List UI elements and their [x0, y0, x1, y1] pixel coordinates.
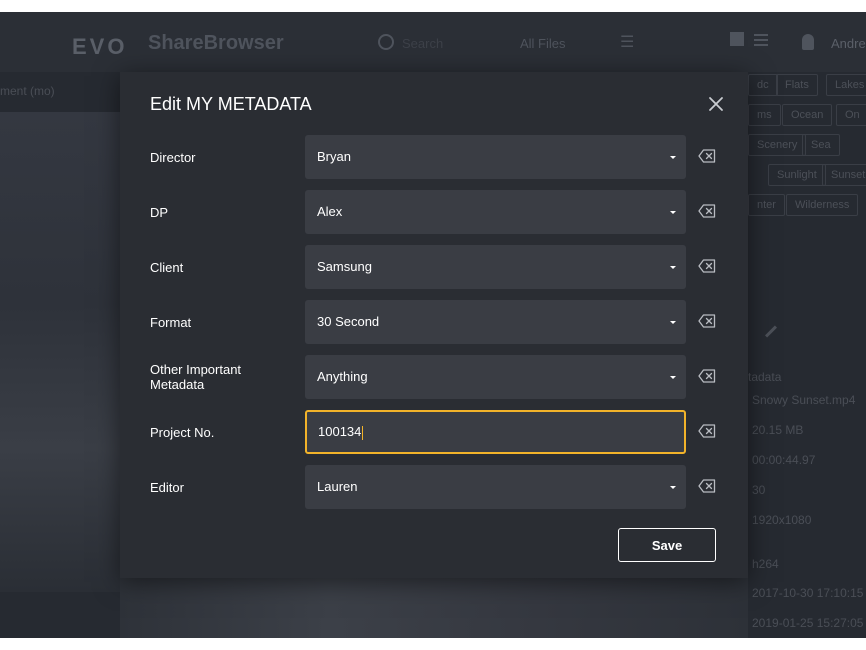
field-value: Anything — [317, 369, 368, 384]
field-label: DP — [150, 204, 169, 220]
field-row-other-important-metadata: Other Important Metadata Anything — [120, 355, 748, 399]
clear-director-button[interactable] — [698, 149, 716, 163]
caret-down-icon — [670, 211, 676, 214]
metadata-value: h264 — [752, 557, 779, 571]
project-no-input[interactable]: 100134 — [305, 410, 686, 454]
caret-down-icon — [670, 486, 676, 489]
tag: Ocean — [782, 104, 833, 126]
field-label: Client — [150, 259, 184, 275]
background-preview-strip — [120, 578, 748, 638]
tag: Sunlight — [768, 164, 826, 186]
app-header: EVO ShareBrowser Search All Files ☰ Andr… — [0, 12, 866, 72]
metadata-value: Snowy Sunset.mp4 — [752, 393, 856, 407]
field-text: 100134 — [318, 424, 362, 439]
field-row-editor: Editor Lauren — [120, 465, 748, 509]
backspace-clear-icon — [698, 204, 716, 218]
backspace-clear-icon — [698, 314, 716, 328]
background-thumbnail-column — [0, 112, 120, 592]
list-view-icon — [754, 34, 768, 36]
field-row-director: Director Bryan — [120, 135, 748, 179]
dp-select[interactable]: Alex — [305, 190, 686, 234]
search-input: Search — [402, 36, 444, 51]
text-cursor — [362, 425, 364, 440]
file-filter-select: All Files — [520, 36, 566, 51]
field-value: Samsung — [317, 259, 372, 274]
tag: dc — [748, 74, 778, 96]
clear-project-no-button[interactable] — [698, 424, 716, 438]
filter-sliders-icon: ☰ — [620, 34, 635, 51]
close-button[interactable] — [706, 94, 726, 114]
tag: Wilderness — [786, 194, 859, 216]
backspace-clear-icon — [698, 149, 716, 163]
tag: Scenery — [748, 134, 807, 156]
field-value: Lauren — [317, 479, 358, 494]
backspace-clear-icon — [698, 369, 716, 383]
tag: Sea — [802, 134, 840, 156]
other-important-metadata-select[interactable]: Anything — [305, 355, 686, 399]
close-icon — [709, 97, 723, 111]
evo-logo: EVO — [72, 34, 128, 59]
save-button[interactable]: Save — [618, 528, 716, 562]
metadata-value: 30 — [752, 483, 766, 497]
field-label: Other Important Metadata — [150, 362, 242, 392]
dialog-title: Edit MY METADATA — [150, 94, 312, 114]
clear-dp-button[interactable] — [698, 204, 716, 218]
edit-metadata-dialog: Edit MY METADATA Director Bryan DP Alex — [120, 72, 748, 578]
director-select[interactable]: Bryan — [305, 135, 686, 179]
edit-pencil-icon — [764, 325, 778, 338]
field-label: Format — [150, 314, 192, 330]
tag: Lakes — [826, 74, 866, 96]
metadata-value: 00:00:44.97 — [752, 453, 816, 467]
metadata-value: 2017-10-30 17:10:15 — [752, 586, 864, 600]
client-select[interactable]: Samsung — [305, 245, 686, 289]
editor-select[interactable]: Lauren — [305, 465, 686, 509]
field-row-dp: DP Alex — [120, 190, 748, 234]
backspace-clear-icon — [698, 479, 716, 493]
clear-client-button[interactable] — [698, 259, 716, 273]
tag: On — [836, 104, 866, 126]
tag: ms — [748, 104, 781, 126]
clear-editor-button[interactable] — [698, 479, 716, 493]
clear-other-important-metadata-button[interactable] — [698, 369, 716, 383]
field-value: 30 Second — [317, 314, 380, 329]
field-value: Bryan — [317, 149, 351, 164]
tag: nter — [748, 194, 785, 216]
format-select[interactable]: 30 Second — [305, 300, 686, 344]
caret-down-icon — [670, 156, 676, 159]
clear-format-button[interactable] — [698, 314, 716, 328]
field-value: Alex — [317, 204, 343, 219]
metadata-value: 2019-01-25 15:27:05 — [752, 616, 864, 630]
field-value: 100134 — [318, 412, 364, 452]
user-icon — [802, 34, 814, 50]
field-row-client: Client Samsung — [120, 245, 748, 289]
metadata-value: 1920x1080 — [752, 513, 812, 527]
backspace-clear-icon — [698, 424, 716, 438]
app-name: ShareBrowser — [148, 32, 284, 54]
tag: Flats — [776, 74, 818, 96]
tag: Sunset — [822, 164, 866, 186]
grid-view-icon — [730, 32, 744, 46]
backspace-clear-icon — [698, 259, 716, 273]
field-label: Editor — [150, 479, 184, 495]
background-left-label: ment (mo) — [0, 84, 55, 98]
caret-down-icon — [670, 266, 676, 269]
field-label: Project No. — [150, 424, 215, 440]
metadata-heading: tadata — [748, 370, 782, 384]
caret-down-icon — [670, 321, 676, 324]
field-row-project-no: Project No. 100134 — [120, 410, 748, 454]
metadata-value: 20.15 MB — [752, 423, 804, 437]
field-label: Director — [150, 149, 196, 165]
search-icon — [378, 34, 394, 50]
field-row-format: Format 30 Second — [120, 300, 748, 344]
caret-down-icon — [670, 376, 676, 379]
username: Andre — [831, 36, 866, 51]
